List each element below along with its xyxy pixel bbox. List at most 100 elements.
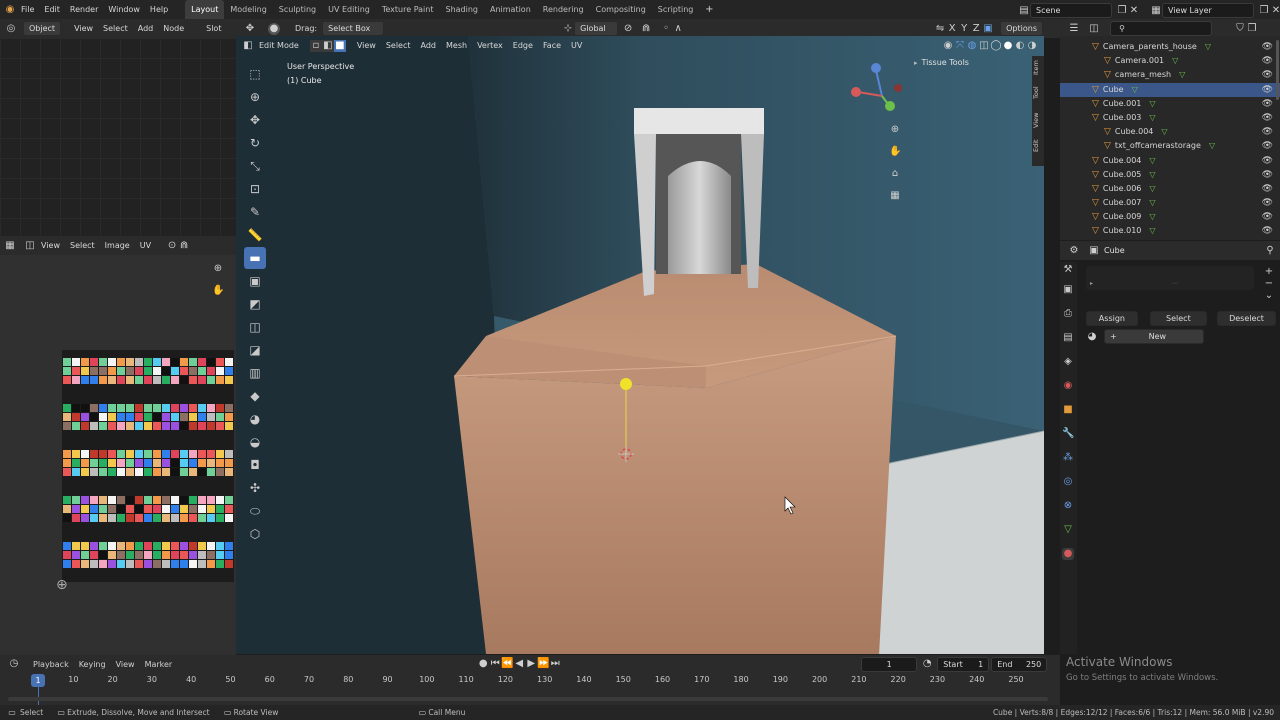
mesh-data-icon[interactable]: ▽ [1149,99,1155,108]
pan-hand-icon[interactable]: ✋ [889,146,901,158]
loop-cut-tool-icon[interactable]: ▥ [244,362,266,384]
options-dropdown[interactable]: Options [1000,21,1043,36]
menu-mesh[interactable]: Mesh [441,36,472,55]
shrink-fatten-tool-icon[interactable]: ⬭ [244,500,266,522]
poly-build-tool-icon[interactable]: ◕ [244,408,266,430]
extrude-tool-icon[interactable]: ◩ [244,293,266,315]
overlay-icon[interactable]: ◍ [966,40,978,52]
scene-selector[interactable]: ▤ Scene ❐ ✕ [1018,3,1140,18]
menu-vertex[interactable]: Vertex [472,36,508,55]
tab-modeling[interactable]: Modeling [224,0,272,19]
outliner-row[interactable]: ▽ Cube.005 ▽ 👁 [1060,168,1280,182]
mesh-data-icon[interactable]: ▽ [1209,141,1215,150]
material-properties-icon[interactable]: ● [1062,548,1074,560]
wireframe-shading-icon[interactable]: ◯ [990,40,1002,52]
visibility-eye-icon[interactable]: 👁 [1262,97,1273,111]
menu-view[interactable]: View [352,36,381,55]
rotate-tool-icon[interactable]: ↻ [244,132,266,154]
spin-tool-icon[interactable]: ◒ [244,431,266,453]
pivot-icon[interactable]: ⊘ [622,23,634,35]
menu-view[interactable]: View [36,236,65,255]
tab-animation[interactable]: Animation [484,0,537,19]
visibility-eye-icon[interactable]: 👁 [1262,154,1273,168]
menu-view[interactable]: View [69,19,98,38]
visibility-eye-icon[interactable]: 👁 [1262,168,1273,182]
new-material-button[interactable]: + New [1104,329,1204,344]
visibility-eye-icon[interactable]: 👁 [1262,68,1273,82]
camera-view-icon[interactable]: ⌂ [889,168,901,180]
outliner-row[interactable]: ▽ Cube.006 ▽ 👁 [1060,182,1280,196]
select-box-tool-icon[interactable]: ⬚ [244,63,266,85]
remove-slot-icon[interactable]: − [1263,278,1275,290]
close-icon[interactable]: ✕ [1270,5,1280,17]
outliner-row[interactable]: ▽ Cube.004 ▽ 👁 [1060,154,1280,168]
tab-view[interactable]: View [1032,106,1040,134]
inset-tool-icon[interactable]: ◫ [244,316,266,338]
visibility-eye-icon[interactable]: 👁 [1262,224,1273,238]
timeline-scrollbar[interactable] [8,697,1048,701]
tab-edit[interactable]: Edit [1032,134,1040,158]
visibility-eye-icon[interactable]: 👁 [1262,182,1273,196]
outliner-row[interactable]: ▽ Cube.004 ▽ 👁 [1060,125,1280,139]
add-workspace-icon[interactable]: + [703,4,715,16]
outliner-row[interactable]: ▽ Cube.003 ▽ 👁 [1060,111,1280,125]
node-editor-canvas[interactable] [0,38,236,236]
x-mirror-icon[interactable]: ⇋ [934,23,946,35]
material-shading-icon[interactable]: ◐ [1014,40,1026,52]
view-layer-name[interactable]: View Layer [1162,3,1254,18]
editor-type-icon[interactable]: ⚙ [1068,245,1080,257]
menu-add[interactable]: Add [133,19,159,38]
3d-viewport[interactable]: User Perspective (1) Cube ▸ Tissue Tools… [236,36,1044,654]
mesh-data-icon[interactable]: ▽ [1149,170,1155,179]
uv-mode-icon[interactable]: ◫ [24,240,36,252]
menu-edge[interactable]: Edge [508,36,538,55]
annotate-tool-icon[interactable]: ✎ [244,201,266,223]
mesh-data-icon[interactable]: ▽ [1149,113,1155,122]
menu-uv[interactable]: UV [135,236,156,255]
list-expand-icon[interactable]: ▸ [1090,280,1093,287]
mesh-data-icon[interactable]: ▽ [1132,85,1138,94]
object-mode-dropdown[interactable]: Object [23,21,62,36]
outliner-row[interactable]: ▽ Cube.001 ▽ 👁 [1060,97,1280,111]
knife-tool-icon[interactable]: ◆ [244,385,266,407]
brush-icon[interactable]: ● [268,22,280,35]
menu-select[interactable]: Select [381,36,416,55]
tab-compositing[interactable]: Compositing [590,0,652,19]
visibility-eye-icon[interactable]: 👁 [1262,40,1273,54]
outliner-row[interactable]: ▽ txt_offcamerastorage ▽ 👁 [1060,139,1280,153]
rendered-shading-icon[interactable]: ◑ [1026,40,1038,52]
mesh-data-icon[interactable]: ▽ [1149,212,1155,221]
xray-icon[interactable]: ◫ [978,40,990,52]
visibility-eye-icon[interactable]: 👁 [1262,125,1273,139]
editor-type-icon[interactable]: ▦ [4,240,16,252]
visibility-eye-icon[interactable]: 👁 [1262,83,1273,97]
editor-type-icon[interactable]: ◧ [242,40,254,52]
pan-hand-icon[interactable]: ✋ [212,285,224,297]
assign-button[interactable]: Assign [1086,311,1138,326]
edit-mode-dropdown[interactable]: Edit Mode [254,36,304,55]
visibility-eye-icon[interactable]: 👁 [1262,111,1273,125]
proportional-edit-icon[interactable]: ◦ [660,23,672,35]
visibility-eye-icon[interactable]: 👁 [1262,139,1273,153]
view-layer-selector[interactable]: ▦ View Layer ❐ ✕ [1150,3,1280,18]
close-icon[interactable]: ✕ [1128,5,1140,17]
add-slot-icon[interactable]: + [1263,266,1275,278]
display-mode-icon[interactable]: ◫ [1088,23,1100,35]
mesh-data-icon[interactable]: ▽ [1149,226,1155,235]
move-tool-icon[interactable]: ✥ [244,109,266,131]
deselect-button[interactable]: Deselect [1216,311,1276,326]
tab-item[interactable]: Item [1032,56,1040,80]
orientation-global-dropdown[interactable]: Global [574,21,619,36]
auto-merge-icon[interactable]: ▣ [982,23,994,35]
tab-uv-editing[interactable]: UV Editing [322,0,376,19]
blender-logo-icon[interactable]: ◉ [4,4,16,16]
editor-type-icon[interactable]: ◎ [5,23,17,35]
pivot-icon[interactable]: ⊙ [166,240,178,252]
menu-render[interactable]: Render [65,0,103,19]
scale-tool-icon[interactable]: ⤡ [244,155,266,177]
cursor-tool-icon[interactable]: ⊕ [244,86,266,108]
list-resize-handle[interactable]: ⋯ [1172,280,1178,287]
slot-dropdown[interactable]: Slot [201,19,226,38]
outliner-row[interactable]: ▽ Cube.007 ▽ 👁 [1060,196,1280,210]
vertex-select-icon[interactable]: ▫ [309,39,322,52]
